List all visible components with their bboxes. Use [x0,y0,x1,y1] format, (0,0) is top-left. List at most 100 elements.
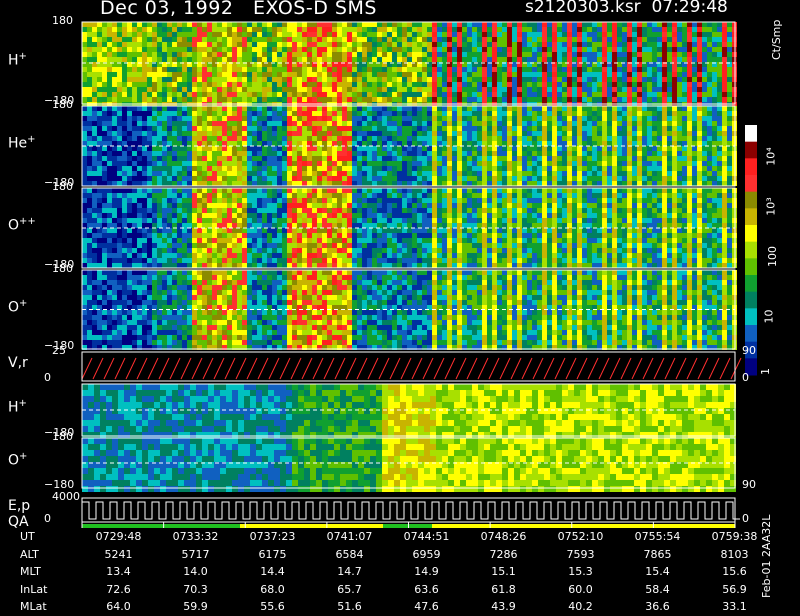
ephemeris-row: ALT524157176175658469597286759378658103 [20,546,773,564]
ephemeris-cell: 5717 [157,546,234,564]
panel-label-text: O [8,299,19,315]
colorbar-tick-label: 10 [763,310,776,324]
side-id: Feb-01 2AA32L [760,515,773,598]
ephemeris-cell: 15.1 [465,563,542,581]
ephemeris-cell: 51.6 [311,598,388,616]
ephemeris-cell: 68.0 [234,581,311,599]
panel-label-sup: + [27,134,35,145]
ephemeris-row-label: ALT [20,546,80,564]
ephemeris-cell: 14.0 [157,563,234,581]
panel-label: H+ [8,51,27,69]
ephemeris-cell: 0755:54 [619,528,696,546]
ephemeris-cell: 6584 [311,546,388,564]
ephemeris-cell: 0744:51 [388,528,465,546]
colorbar-swatch [745,308,757,325]
y-tick-max: 180 [52,14,73,27]
ephemeris-cell: 33.1 [696,598,773,616]
ephemeris-cell: 7286 [465,546,542,564]
y-tick-max: 180 [52,98,73,111]
ephemeris-cell: 36.6 [619,598,696,616]
colorbar-swatch [745,325,757,342]
y-tick-max: 180 [52,430,73,443]
panel-label-sup: + [19,51,27,62]
ephemeris-cell: 5241 [80,546,157,564]
ephemeris-cell: 0733:32 [157,528,234,546]
panel-label: E,pQA [8,498,30,530]
ephemeris-cell: 15.3 [542,563,619,581]
ephemeris-cell: 40.2 [542,598,619,616]
ephemeris-row-label: UT [20,528,80,546]
colorbar-tick-label: 100 [766,246,779,267]
ephemeris-cell: 0737:23 [234,528,311,546]
colorbar-swatch [745,258,757,275]
y-tick-right-min: 90 [742,478,756,491]
spectrogram-panel-2 [82,106,737,186]
ephemeris-cell: 55.6 [234,598,311,616]
panel-label: V,r [8,355,28,371]
panel-label-text: H [8,400,19,416]
ephemeris-cell: 14.7 [311,563,388,581]
y-tick-right-min: 0 [742,512,749,525]
colorbar-swatch [745,292,757,309]
panel-label-text: E,p [8,498,30,514]
ephemeris-table: UT0729:480733:320737:230741:070744:51074… [20,528,773,616]
panel-label-sup: ++ [19,216,36,227]
ephemeris-cell: 0752:10 [542,528,619,546]
ephemeris-cell: 61.8 [465,581,542,599]
panel-label: O++ [8,216,36,234]
y-tick-right-min: 0 [742,371,749,384]
energy-panel [82,502,740,528]
panel-label-sup: + [19,298,27,309]
ephemeris-cell: 70.3 [157,581,234,599]
colorbar-swatch [745,125,757,142]
y-tick-max: 25 [52,344,66,357]
colorbar-swatch [745,242,757,259]
ephemeris-cell: 59.9 [157,598,234,616]
ephemeris-cell: 64.0 [80,598,157,616]
y-tick-min: 0 [44,371,51,384]
ephemeris-cell: 0741:07 [311,528,388,546]
colorbar-swatch [745,225,757,242]
panel-label-sup: + [19,398,27,409]
ephemeris-cell: 6959 [388,546,465,564]
panel-label-text: H [8,53,19,69]
ephemeris-cell: 7865 [619,546,696,564]
spectrogram-plot [0,0,800,600]
colorbar-tick-label: 10³ [765,197,778,215]
ephemeris-row-label: MLat [20,598,80,616]
y-tick-max: 180 [52,180,73,193]
ephemeris-row-label: InLat [20,581,80,599]
panel-label-text: O [8,218,19,234]
colorbar-tick-label: 1 [759,368,772,375]
ephemeris-cell: 65.7 [311,581,388,599]
colorbar-swatch [745,275,757,292]
colorbar-unit: Ct/Smp [770,20,783,60]
energy-trace [82,502,740,519]
y-tick-max: 4000 [52,490,80,503]
ephemeris-cell: 47.6 [388,598,465,616]
colorbar-swatch [745,142,757,159]
spectrogram-panel-4 [82,270,737,350]
panel-label: He+ [8,134,36,152]
ephemeris-cell: 72.6 [80,581,157,599]
ephemeris-cell: 14.9 [388,563,465,581]
ephemeris-cell: 6175 [234,546,311,564]
y-tick-max: 180 [52,262,73,275]
ephemeris-cell: 60.0 [542,581,619,599]
ephemeris-row: UT0729:480733:320737:230741:070744:51074… [20,528,773,546]
spectrogram-panel-1 [82,22,737,107]
colorbar-swatch [745,175,757,192]
spectrogram-panel-3 [82,188,737,268]
panel-label: O+ [8,298,27,316]
ephemeris-cell: 63.6 [388,581,465,599]
ephemeris-cell: 58.4 [619,581,696,599]
colorbar-swatch [745,208,757,225]
spectrogram-panel-6 [82,384,736,438]
ephemeris-row: MLT13.414.014.414.714.915.115.315.415.6 [20,563,773,581]
colorbar-swatch [745,192,757,209]
colorbar-tick-label: 10⁴ [765,147,778,165]
y-tick-right-max: 90 [742,344,756,357]
ephemeris-cell: 0729:48 [80,528,157,546]
panel-label-text: He [8,136,27,152]
ephemeris-cell: 7593 [542,546,619,564]
